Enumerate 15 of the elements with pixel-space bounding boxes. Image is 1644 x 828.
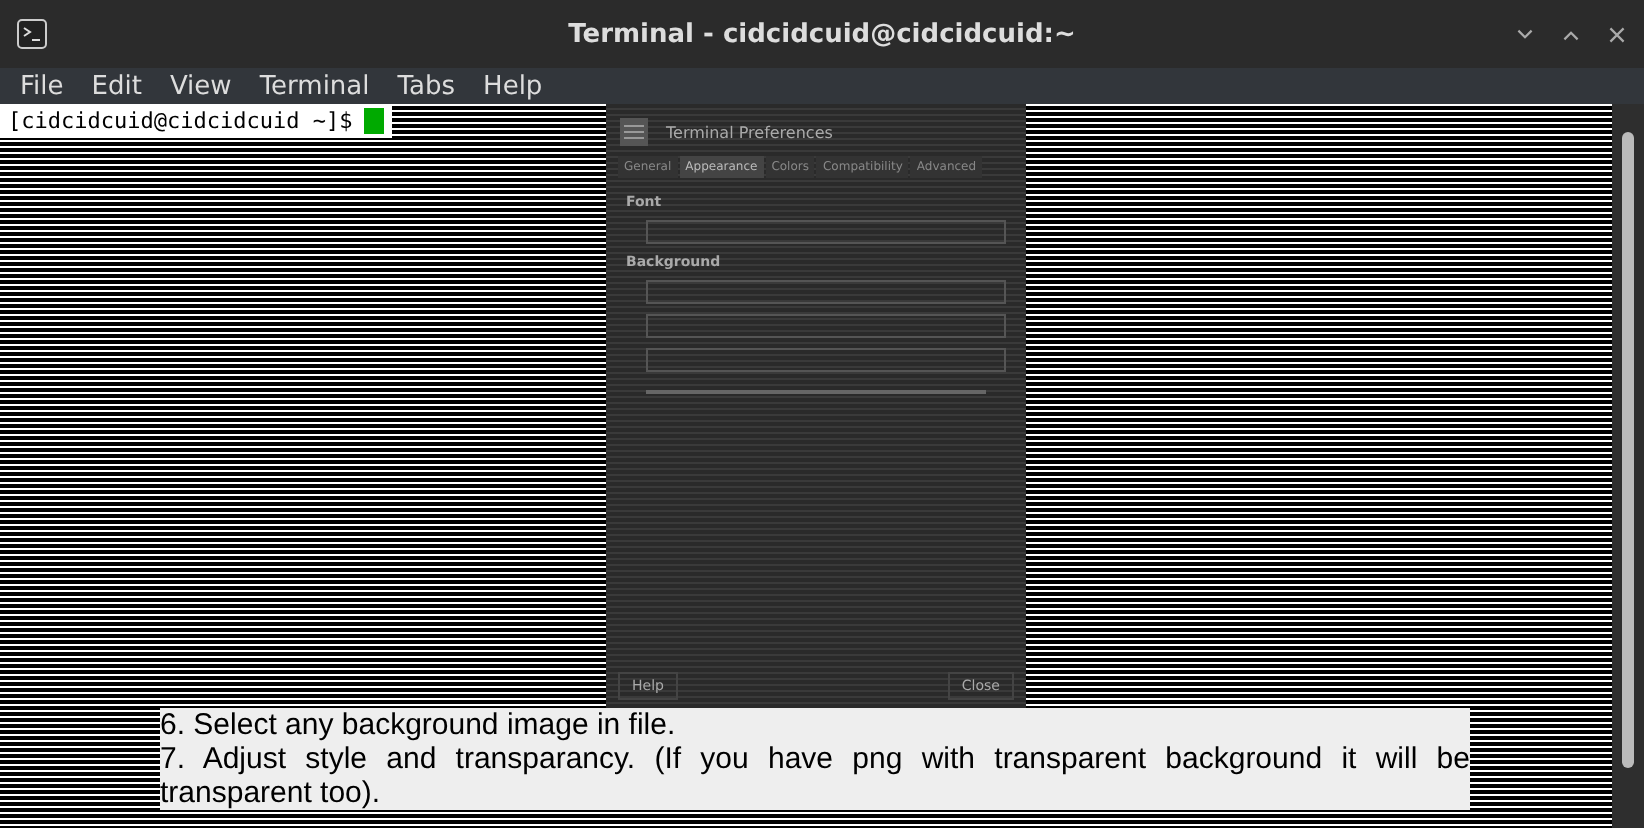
terminal-icon — [16, 18, 48, 50]
cursor — [364, 108, 385, 134]
menu-item[interactable]: View — [169, 71, 232, 101]
shell-prompt: [cidcidcuid@cidcidcuid ~]$ — [8, 108, 353, 134]
menu-item[interactable]: Help — [483, 71, 543, 101]
menu-item[interactable]: File — [20, 71, 64, 101]
menu-item[interactable]: Edit — [91, 71, 142, 101]
window-icon — [618, 116, 650, 148]
menu-item[interactable]: Tabs — [397, 71, 456, 101]
window-title: Terminal - cidcidcuid@cidcidcuid:~ — [568, 19, 1076, 49]
menu-item[interactable]: Terminal — [259, 71, 370, 101]
instruction-text: 7. Adjust style and transparancy. (If you have png with transparent background it will be transparent too). — [160, 742, 1470, 810]
close-icon[interactable] — [1606, 23, 1628, 45]
dialog-title: Terminal Preferences — [666, 123, 833, 141]
instruction-text: 6. Select any background image in file. — [160, 708, 1470, 742]
